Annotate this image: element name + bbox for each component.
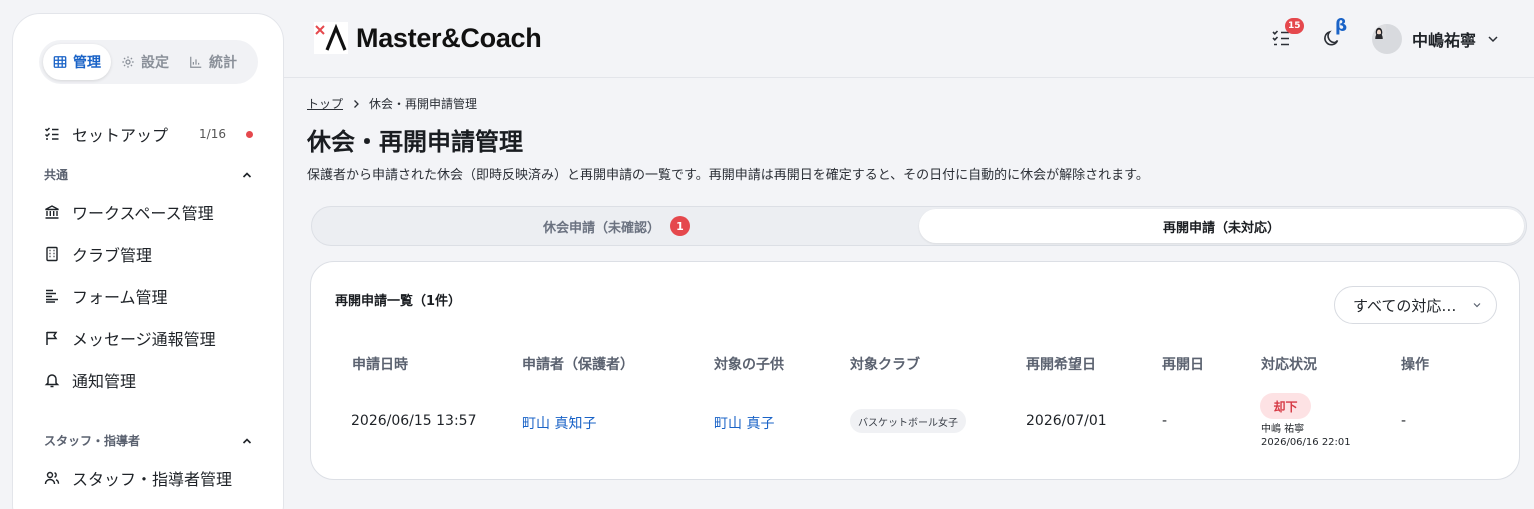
cell-resume-date: - [1162,413,1168,429]
tab-suspension-label: 休会申請（未確認） [542,220,660,236]
sidebar-item-form-label: フォーム管理 [72,288,168,307]
segment-stats-label: 統計 [209,55,237,71]
column-header-club[interactable]: 対象クラブ [850,354,920,374]
sidebar-item-setup[interactable]: セットアップ 1/16 [44,122,253,146]
sidebar-item-workspace-label: ワークスペース管理 [72,204,214,223]
section-staff-header[interactable]: スタッフ・指導者 [44,432,253,449]
sidebar-item-setup-label: セットアップ [72,126,169,145]
cell-action: - [1401,413,1407,429]
users-icon [44,471,60,485]
section-common-title: 共通 [44,168,69,182]
breadcrumb-home-link[interactable]: トップ [307,95,343,112]
form-icon [46,289,58,303]
beta-label: β [1335,16,1348,36]
club-chip: バスケットボール女子 [850,409,966,433]
tab-resume-requests[interactable]: 再開申請（未対応） [919,209,1524,243]
column-header-actions: 操作 [1401,357,1429,373]
sidebar-item-club-label: クラブ管理 [72,246,153,265]
handled-by: 中嶋 祐寧 [1261,424,1305,435]
resume-request-list-card: 再開申請一覧（1件） すべての対応… 申請日時 申請者（保護者） 対象の子供 対… [310,261,1520,480]
page-title: 休会・再開申請管理 [307,128,523,156]
column-header-resume-date[interactable]: 再開日 [1162,354,1204,374]
sidebar-item-notification-label: 通知管理 [72,372,137,391]
section-common-header[interactable]: 共通 [44,166,253,183]
app-name: Master&Coach [356,22,542,53]
breadcrumb-current: 休会・再開申請管理 [369,97,478,111]
sidebar-item-club[interactable]: クラブ管理 [44,242,253,266]
building-icon [46,246,58,262]
child-link[interactable]: 町山 真子 [714,413,774,433]
applicant-link[interactable]: 町山 真知子 [522,413,596,433]
column-header-applicant[interactable]: 申請者（保護者） [522,354,634,374]
segment-manage[interactable]: 管理 [43,44,111,80]
task-count-badge: 15 [1285,18,1304,34]
setup-progress: 1/16 [199,127,226,141]
sidebar-item-staff-label: スタッフ・指導者管理 [72,470,233,489]
column-header-desired-date[interactable]: 再開希望日 [1026,354,1096,374]
page-description: 保護者から申請された休会（即時反映済み）と再開申請の一覧です。再開申請は再開日を… [307,168,1149,183]
flag-icon [46,331,58,345]
mode-switcher: 管理 設定 統計 [39,40,258,84]
bell-icon [44,374,60,388]
segment-settings-label: 設定 [141,55,169,71]
checklist-icon [44,127,59,140]
handler-info: 中嶋 祐寧 2026/06/16 22:01 [1261,423,1351,449]
table-icon [53,56,67,68]
tab-suspension-requests[interactable]: 休会申請（未確認） 1 [314,209,919,243]
chevron-right-icon [354,99,359,108]
sidebar-item-staff[interactable]: スタッフ・指導者管理 [44,466,253,490]
column-header-status[interactable]: 対応状況 [1261,354,1317,374]
chevron-up-icon [242,171,252,178]
sidebar-item-notification[interactable]: 通知管理 [44,368,253,392]
cell-applied-at: 2026/06/15 13:57 [351,413,477,429]
gear-icon [122,56,134,68]
avatar [1372,24,1402,54]
chevron-down-icon [1488,36,1498,43]
breadcrumb: トップ 休会・再開申請管理 [307,95,477,112]
top-header: Master&Coach 15 β 中嶋祐寧 [284,0,1534,78]
segment-manage-label: 管理 [73,55,101,71]
column-header-applied-at[interactable]: 申請日時 [352,354,408,374]
sidebar-item-message-report-label: メッセージ通報管理 [72,330,216,349]
cell-desired-date: 2026/07/01 [1026,413,1107,429]
user-name: 中嶋祐寧 [1412,31,1477,50]
app-logo[interactable]: Master&Coach [314,22,542,54]
tab-suspension-badge: 1 [670,216,690,236]
chevron-up-icon [242,437,252,444]
segment-stats[interactable]: 統計 [179,44,247,80]
logo-mark-icon [314,22,348,54]
setup-alert-dot [246,130,253,138]
list-title: 再開申請一覧（1件） [335,294,462,309]
sidebar-item-message-report[interactable]: メッセージ通報管理 [44,326,253,350]
status-filter-select[interactable]: すべての対応… [1334,286,1497,324]
section-staff-title: スタッフ・指導者 [44,434,141,448]
user-menu[interactable]: 中嶋祐寧 [1372,24,1500,54]
status-badge: 却下 [1260,393,1311,419]
tab-resume-label: 再開申請（未対応） [1162,220,1280,236]
sidebar-item-form[interactable]: フォーム管理 [44,284,253,308]
bank-icon [45,205,59,219]
handled-at: 2026/06/16 22:01 [1261,437,1351,448]
chart-icon [190,56,202,68]
chevron-down-icon [1473,303,1481,308]
sidebar: 管理 設定 統計 セットアップ 1/16 共通 ワークスペース管理 クラブ管理 [12,13,284,509]
sidebar-item-workspace[interactable]: ワークスペース管理 [44,200,253,224]
request-tabs: 休会申請（未確認） 1 再開申請（未対応） [311,206,1527,246]
column-header-child[interactable]: 対象の子供 [714,354,784,374]
segment-settings[interactable]: 設定 [111,44,179,80]
status-filter-value: すべての対応… [1353,296,1457,315]
